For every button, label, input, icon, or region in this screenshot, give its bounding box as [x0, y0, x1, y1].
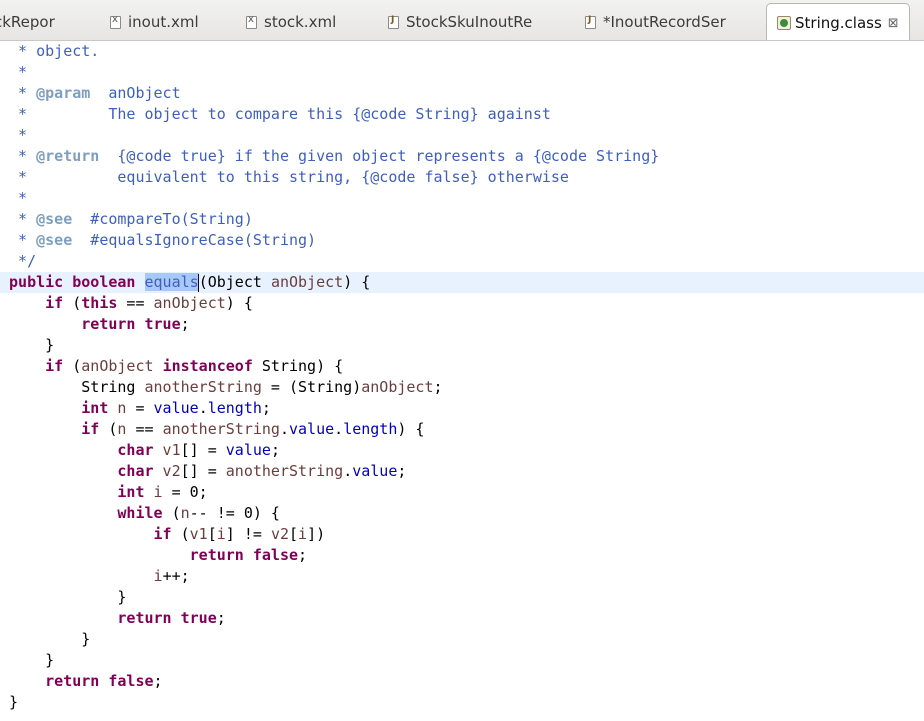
selected-word[interactable]: equals [144, 273, 199, 291]
tab-inout-xml[interactable]: inout.xml [110, 4, 199, 40]
code-line-current: public boolean equals(Object anObject) { [0, 272, 924, 293]
code-line: if (anObject instanceof String) { [45, 357, 344, 375]
code-line: * equivalent to this string, {@code fals… [0, 168, 569, 186]
editor-tab-bar: ckRepor inout.xml stock.xml StockSkuInou… [0, 0, 924, 41]
tab-label: *InoutRecordSer [603, 13, 726, 31]
code-line: while (n-- != 0) { [117, 504, 280, 522]
code-line: return true; [81, 315, 190, 333]
tab-stock-xml[interactable]: stock.xml [246, 4, 336, 40]
code-line: if (v1[i] != v2[i]) [153, 525, 326, 543]
code-line: char v1[] = value; [117, 441, 280, 459]
code-line: * @return {@code true} if the given obje… [0, 147, 660, 165]
code-line: String anotherString = (String)anObject; [81, 378, 443, 396]
code-line: if (this == anObject) { [45, 294, 253, 312]
java-file-icon [388, 15, 399, 29]
code-line: i++; [153, 567, 190, 585]
code-line: return false; [189, 546, 308, 564]
code-line: char v2[] = anotherString.value; [117, 462, 407, 480]
tab-stock-report[interactable]: ckRepor [0, 4, 55, 40]
tab-stock-sku-inout[interactable]: StockSkuInoutRe [388, 4, 532, 40]
tab-label: ckRepor [0, 13, 55, 31]
tab-string-class[interactable]: String.class ⊠ [766, 3, 910, 40]
code-line: * [0, 126, 28, 144]
java-file-icon [585, 15, 596, 29]
code-line: } [45, 651, 55, 669]
code-line: if (n == anotherString.value.length) { [81, 420, 425, 438]
xml-file-icon [110, 14, 121, 29]
code-line: } [117, 588, 127, 606]
code-line: int i = 0; [117, 483, 208, 501]
code-line: * @see #equalsIgnoreCase(String) [0, 231, 317, 249]
code-line: } [81, 630, 91, 648]
code-line: return false; [45, 672, 163, 690]
class-file-icon [777, 16, 791, 30]
xml-file-icon [246, 14, 257, 29]
tab-inout-record-service[interactable]: *InoutRecordSer [585, 4, 726, 40]
tab-label: stock.xml [264, 13, 337, 31]
code-line: int n = value.length; [81, 399, 271, 417]
close-tab-icon[interactable]: ⊠ [888, 16, 899, 31]
code-line: * [0, 189, 28, 207]
code-line: return true; [117, 609, 226, 627]
code-line: * @param anObject [0, 84, 181, 102]
code-line: } [45, 336, 55, 354]
code-line: } [9, 693, 19, 711]
tab-label: StockSkuInoutRe [406, 13, 533, 31]
code-line: */ [0, 252, 37, 270]
code-line: * @see #compareTo(String) [0, 210, 253, 228]
code-line: * object. [0, 42, 100, 60]
code-line: * [0, 63, 28, 81]
tab-label: inout.xml [128, 13, 199, 31]
tab-label: String.class [795, 14, 882, 32]
code-line: * The object to compare this {@code Stri… [0, 105, 551, 123]
code-editor[interactable]: * object. * * @param anObject * The obje… [0, 41, 924, 721]
